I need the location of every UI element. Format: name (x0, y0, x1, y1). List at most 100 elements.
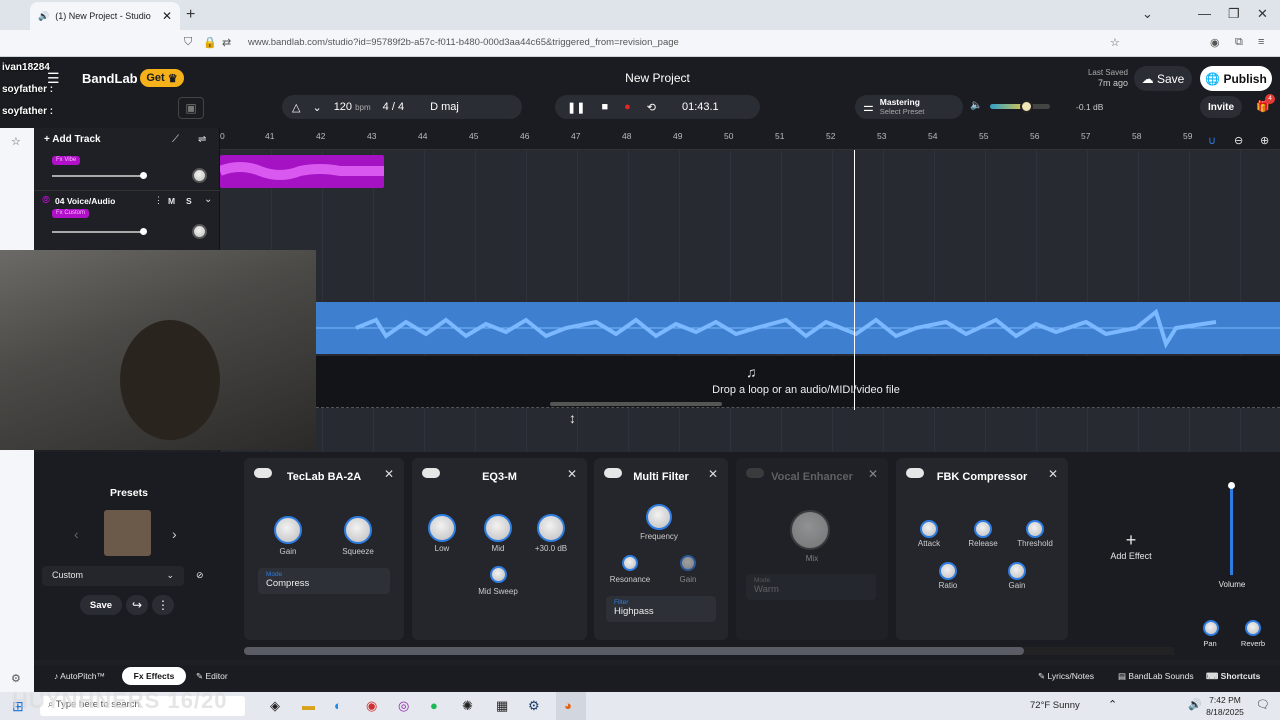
shield-icon[interactable]: ⛉ (184, 36, 192, 49)
mixer-icon[interactable]: ⇌ (198, 134, 206, 145)
next-preset-icon[interactable]: › (172, 526, 177, 542)
taskbar-clock[interactable]: 7:42 PM 8/18/2025 (1205, 694, 1245, 718)
track-volume-slider[interactable] (52, 175, 144, 177)
file-explorer-icon[interactable]: ▬ (302, 698, 315, 713)
favorites-icon[interactable]: ☆ (11, 135, 21, 148)
track-name[interactable]: 04 Voice/Audio (55, 196, 115, 206)
lyrics-notes-button[interactable]: ✎ Lyrics/Notes (1038, 671, 1094, 682)
bandlab-sounds-button[interactable]: ▤ BandLab Sounds (1118, 671, 1194, 682)
copilot-icon[interactable]: ◈ (270, 698, 280, 714)
solo-button[interactable]: S (186, 196, 192, 206)
track-volume-knob[interactable] (140, 172, 147, 179)
playhead[interactable] (854, 150, 855, 410)
add-track-button[interactable]: + Add Track (44, 134, 101, 145)
gain-knob[interactable] (274, 516, 302, 544)
steam-icon[interactable]: ⚙ (528, 698, 540, 714)
mute-button[interactable]: M (168, 196, 175, 206)
mid-sweep-knob[interactable] (490, 566, 507, 583)
browser-tab[interactable]: 🔊 (1) New Project - Studio ✕ (30, 2, 180, 30)
mode-select[interactable]: Mode Compress (258, 568, 390, 594)
remove-effect-icon[interactable]: ✕ (384, 467, 394, 481)
mid-knob[interactable] (484, 514, 512, 542)
app-icon[interactable]: ▦ (496, 698, 508, 714)
previous-preset-icon[interactable]: ‹ (74, 526, 79, 542)
bpm-value[interactable]: 120 bpm (334, 101, 371, 113)
remove-effect-icon[interactable]: ✕ (868, 467, 878, 481)
comp-gain-knob[interactable] (1008, 562, 1026, 580)
track-fx-badge[interactable]: Fx Vibe (52, 156, 81, 165)
share-preset-icon[interactable]: ↪ (126, 595, 148, 615)
audio-clip[interactable] (218, 155, 384, 188)
ratio-knob[interactable] (939, 562, 957, 580)
zoom-in-icon[interactable]: ⊕ (1260, 134, 1269, 147)
bandlab-logo[interactable]: BandLab (82, 71, 138, 86)
audio-clip[interactable] (316, 302, 1280, 354)
settings-gear-icon[interactable]: ⚙ (11, 672, 21, 685)
track-pan-knob[interactable] (192, 224, 207, 239)
timeline-scrollbar[interactable] (550, 402, 722, 406)
loop-icon[interactable]: ⟲ (647, 101, 656, 114)
volume-tray-icon[interactable]: 🔊 (1188, 698, 1202, 711)
master-reverb-knob[interactable] (1245, 620, 1261, 636)
tray-expand-icon[interactable]: ⌃ (1108, 698, 1117, 711)
track-volume-knob[interactable] (140, 228, 147, 235)
menu-icon[interactable]: ≡ (1258, 36, 1264, 48)
snap-magnet-icon[interactable]: ∪ (1208, 134, 1216, 147)
lock-icon[interactable]: 🔒 (203, 36, 217, 49)
key-signature[interactable]: D maj (430, 101, 459, 113)
spotify-icon[interactable]: ● (430, 698, 438, 713)
timeline-ruler[interactable]: 0 41 42 43 44 45 46 47 48 49 50 51 52 53 54 55 56 57 58 59 (220, 128, 1280, 150)
get-membership-button[interactable]: Get ♛ (140, 69, 184, 87)
mode-select[interactable]: Mode Warm (746, 574, 876, 600)
add-effect-button[interactable]: + Add Effect (1096, 530, 1166, 561)
notification-icon[interactable]: 🗨 (1256, 698, 1270, 711)
track-options-icon[interactable]: ⋮ (154, 195, 163, 206)
pause-icon[interactable]: ❚❚ (567, 101, 585, 114)
close-tab-icon[interactable]: ✕ (162, 9, 172, 23)
publish-button[interactable]: 🌐 Publish (1200, 66, 1272, 91)
drop-zone[interactable]: ♫ Drop a loop or an audio/MIDI/video fil… (316, 356, 1280, 408)
undo-icon[interactable]: ▣ (178, 97, 204, 119)
chevron-down-icon[interactable]: ⌄ (204, 194, 212, 205)
track-lanes[interactable]: ♫ Drop a loop or an audio/MIDI/video fil… (218, 150, 1280, 452)
metronome-icon[interactable]: △ (292, 101, 300, 114)
remove-effect-icon[interactable]: ✕ (1048, 467, 1058, 481)
track-fx-badge[interactable]: Fx Custom (52, 209, 90, 218)
record-icon[interactable]: ● (624, 101, 631, 113)
new-tab-icon[interactable]: + (186, 6, 195, 24)
track-pan-knob[interactable] (192, 168, 207, 183)
minimize-icon[interactable]: — (1198, 6, 1211, 21)
preset-select[interactable]: Custom ⌄ (42, 566, 184, 586)
maximize-icon[interactable]: ❐ (1228, 6, 1240, 22)
chatgpt-icon[interactable]: ✺ (462, 698, 473, 714)
low-knob[interactable] (428, 514, 456, 542)
release-knob[interactable] (974, 520, 992, 538)
mastering-button[interactable]: ⚌ Mastering Select Preset (855, 95, 963, 119)
save-button[interactable]: ☁ Save (1134, 66, 1192, 91)
close-window-icon[interactable]: ✕ (1257, 6, 1268, 22)
resonance-knob[interactable] (622, 555, 638, 571)
master-volume-fader[interactable] (1230, 485, 1233, 575)
url-field[interactable]: www.bandlab.com/studio?id=95789f2b-a57c-… (248, 37, 679, 48)
squeeze-knob[interactable] (344, 516, 372, 544)
frequency-knob[interactable] (646, 504, 672, 530)
attack-knob[interactable] (920, 520, 938, 538)
filter-gain-knob[interactable] (680, 555, 696, 571)
edge-icon[interactable]: ◐ (334, 698, 342, 713)
master-volume-slider[interactable] (990, 100, 1050, 113)
firefox-taskbar-button[interactable]: ◕ (556, 692, 586, 720)
bookmark-star-icon[interactable]: ☆ (1110, 36, 1120, 49)
filter-select[interactable]: Filter Highpass (606, 596, 716, 622)
weather-widget[interactable]: 72°F Sunny (1030, 700, 1080, 711)
effects-tab[interactable]: Fx Effects (122, 667, 186, 685)
autopitch-tab[interactable]: ♪ AutoPitch™ (54, 671, 105, 681)
volume-fader-knob[interactable] (1228, 482, 1235, 489)
speaker-mute-icon[interactable]: 🔈 (970, 100, 982, 111)
preset-artwork[interactable] (104, 510, 151, 556)
stop-icon[interactable]: ■ (601, 101, 608, 113)
mix-knob[interactable] (790, 510, 830, 550)
extensions-icon[interactable]: ⧉ (1235, 36, 1243, 49)
chrome-icon[interactable]: ◉ (366, 698, 377, 714)
obs-icon[interactable]: ◎ (398, 698, 409, 714)
magic-wand-icon[interactable]: ⟋ (172, 134, 179, 145)
